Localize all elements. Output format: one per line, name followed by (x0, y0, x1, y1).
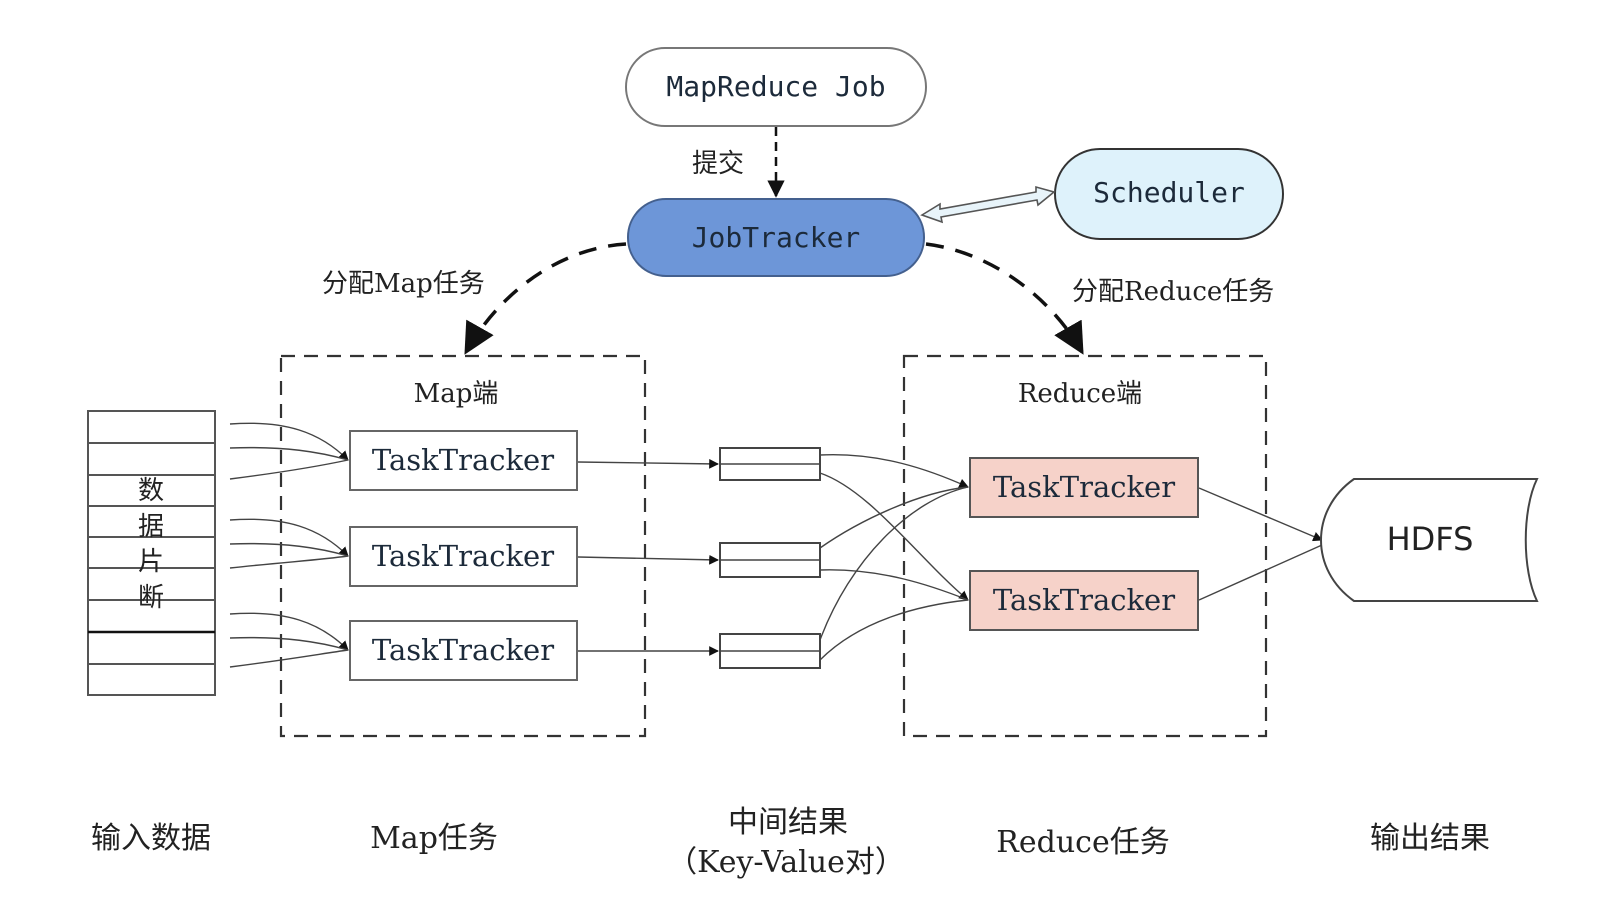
caption-input: 输入数据 (91, 821, 211, 856)
intermediate-to-reduce-edges (819, 453, 969, 661)
map-tasktracker-1-label: TaskTracker (372, 443, 554, 477)
jobtracker-scheduler-link (920, 185, 1056, 224)
mapreduce-job-label: MapReduce Job (666, 70, 885, 103)
caption-output: 输出结果 (1370, 821, 1490, 856)
hdfs-label: HDFS (1387, 520, 1474, 558)
map-tasktracker-2-label: TaskTracker (372, 539, 554, 573)
scheduler-label: Scheduler (1093, 176, 1245, 209)
reduce-to-hdfs-edges (1198, 487, 1323, 601)
assign-map-label: 分配Map任务 (322, 269, 485, 299)
submit-label: 提交 (692, 149, 744, 179)
caption-intermediate-2: （Key-Value对） (667, 845, 905, 880)
input-char-1: 数 (138, 476, 164, 506)
reduce-tasktracker-2: TaskTracker (969, 570, 1199, 631)
map-tasktracker-2: TaskTracker (349, 526, 578, 587)
scheduler-node: Scheduler (1054, 148, 1284, 240)
input-char-2: 据 (138, 512, 164, 542)
mapreduce-diagram: MapReduce Job 提交 JobTracker Scheduler 分配… (87, 47, 1539, 880)
intermediate-kv-2 (719, 542, 821, 578)
reduce-tasktracker-1: TaskTracker (969, 457, 1199, 518)
caption-map: Map任务 (370, 821, 498, 856)
assign-map-arrow (464, 242, 627, 355)
reduce-side-title: Reduce端 (1018, 379, 1142, 409)
assign-reduce-arrow (925, 242, 1084, 355)
intermediate-kv-1 (719, 447, 821, 481)
map-to-intermediate-edges (577, 458, 719, 656)
reduce-tasktracker-2-label: TaskTracker (993, 583, 1175, 617)
reduce-side-container: Reduce端 (902, 354, 1268, 738)
map-tasktracker-3: TaskTracker (349, 620, 578, 681)
caption-intermediate-1: 中间结果 (728, 805, 848, 840)
input-to-map-edges (229, 422, 349, 668)
jobtracker-node: JobTracker (627, 198, 925, 277)
map-side-title: Map端 (414, 379, 499, 409)
input-char-3: 片 (138, 547, 164, 577)
reduce-tasktracker-1-label: TaskTracker (993, 470, 1175, 504)
intermediate-kv-3 (719, 633, 821, 669)
caption-reduce: Reduce任务 (996, 825, 1169, 860)
assign-reduce-label: 分配Reduce任务 (1072, 277, 1274, 307)
input-data-slices: 数 据 片 断 (87, 410, 216, 696)
input-char-4: 断 (138, 583, 164, 613)
map-tasktracker-1: TaskTracker (349, 430, 578, 491)
mapreduce-job-node: MapReduce Job (625, 47, 927, 127)
jobtracker-label: JobTracker (692, 221, 861, 254)
map-tasktracker-3-label: TaskTracker (372, 633, 554, 667)
hdfs-storage: HDFS (1320, 478, 1539, 602)
